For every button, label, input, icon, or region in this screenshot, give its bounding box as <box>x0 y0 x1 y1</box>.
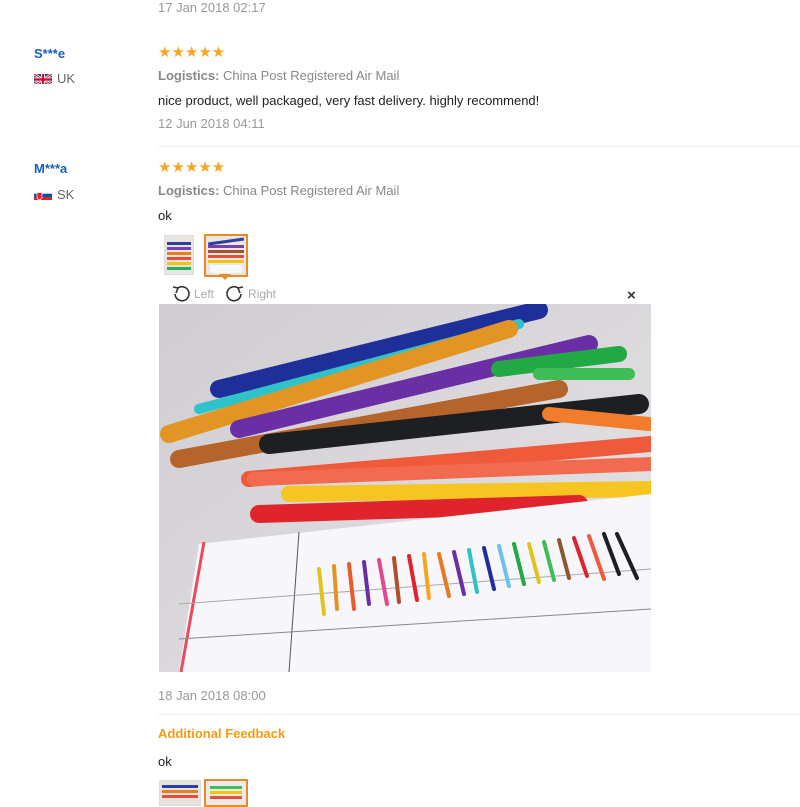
rotate-right-icon <box>226 285 244 302</box>
review-date: 12 Jun 2018 04:11 <box>158 116 265 131</box>
review-text: nice product, well packaged, very fast d… <box>158 93 540 108</box>
additional-photo-thumbnail-active[interactable] <box>204 779 248 807</box>
active-thumb-caret <box>219 274 231 280</box>
uk-flag-icon <box>34 73 52 84</box>
slovakia-flag-icon <box>34 189 52 200</box>
rating-stars: ★★★★★ <box>158 159 226 176</box>
review-divider <box>158 714 800 715</box>
logistics-label: Logistics: <box>158 68 220 83</box>
review-date: 18 Jan 2018 08:00 <box>158 688 266 703</box>
rotate-right-label: Right <box>248 287 277 301</box>
close-viewer-button[interactable]: × <box>627 287 636 304</box>
logistics-value: China Post Registered Air Mail <box>223 68 400 83</box>
rotate-left-label: Left <box>194 287 215 301</box>
reviewer-country: SK <box>34 187 74 202</box>
review-photo-thumbnail[interactable] <box>164 235 194 275</box>
country-code: SK <box>57 187 75 202</box>
rotate-left-icon <box>172 285 190 302</box>
logistics-label: Logistics: <box>158 183 220 198</box>
country-code: UK <box>57 71 76 86</box>
review-date: 17 Jan 2018 02:17 <box>158 0 266 15</box>
review-photo-thumbnail-active[interactable] <box>204 234 248 277</box>
logistics-info: Logistics: China Post Registered Air Mai… <box>158 183 399 198</box>
reviewer-country: UK <box>34 71 75 86</box>
rating-stars: ★★★★★ <box>158 44 226 61</box>
logistics-info: Logistics: China Post Registered Air Mai… <box>158 68 399 83</box>
additional-feedback-text: ok <box>158 754 172 769</box>
rotate-right-button[interactable]: Right <box>224 284 276 304</box>
rotate-left-button[interactable]: Left <box>170 284 214 304</box>
additional-photo-thumbnail[interactable] <box>159 780 201 806</box>
review-photo-large <box>159 304 651 672</box>
reviewer-name[interactable]: M***a <box>34 161 67 176</box>
review-text: ok <box>158 208 172 223</box>
logistics-value: China Post Registered Air Mail <box>223 183 400 198</box>
reviewer-name[interactable]: S***e <box>34 46 65 61</box>
additional-feedback-title: Additional Feedback <box>158 726 286 741</box>
review-divider <box>158 146 800 147</box>
